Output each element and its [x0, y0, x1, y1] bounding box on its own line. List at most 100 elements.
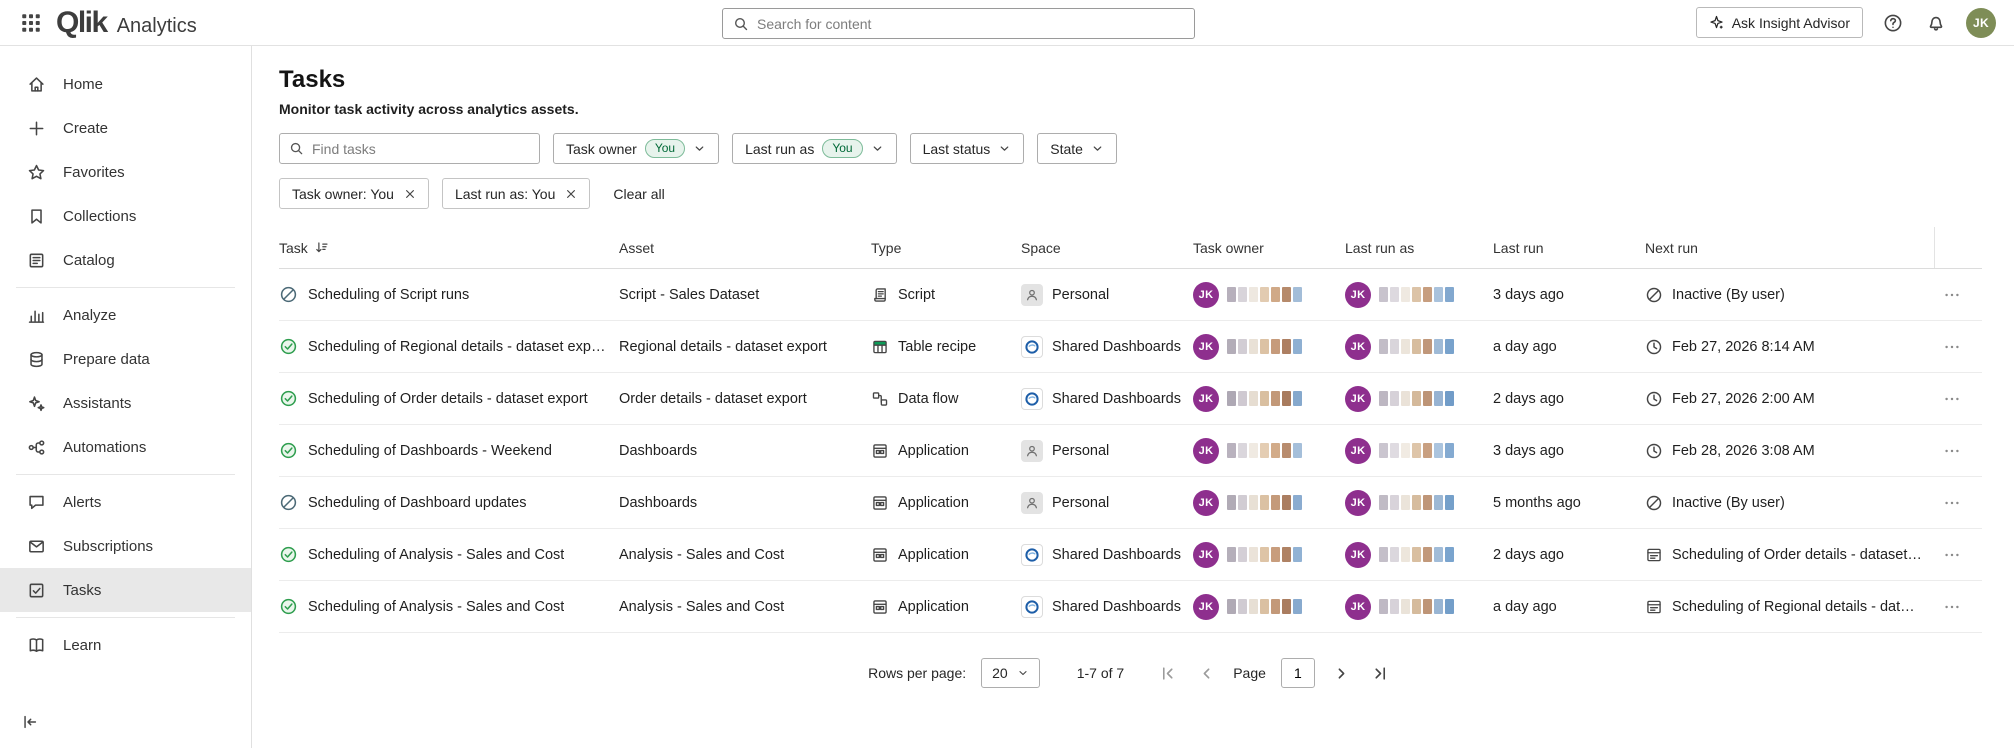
last-run-as-filter-dropdown[interactable]: Last run as You — [732, 133, 897, 164]
column-header-type[interactable]: Type — [871, 240, 1021, 256]
chip-label: Task owner: You — [292, 186, 394, 202]
sidebar-item-subscriptions[interactable]: Subscriptions — [0, 524, 251, 568]
sidebar-item-collections[interactable]: Collections — [0, 194, 251, 238]
table-row[interactable]: Scheduling of Order details - dataset ex… — [279, 373, 1982, 425]
task-owner-avatar[interactable]: JK — [1193, 282, 1219, 308]
shared-space-icon — [1021, 544, 1043, 566]
last-run-as-avatar[interactable]: JK — [1345, 594, 1371, 620]
task-name[interactable]: Scheduling of Dashboard updates — [308, 495, 526, 511]
task-name[interactable]: Scheduling of Order details - dataset ex… — [308, 391, 588, 407]
bookmark-icon — [26, 206, 46, 226]
search-input[interactable] — [757, 16, 1184, 32]
filter-chip-task-owner[interactable]: Task owner: You — [279, 178, 429, 209]
user-avatar[interactable]: JK — [1966, 8, 1996, 38]
book-icon — [26, 635, 46, 655]
sidebar-collapse-button[interactable] — [16, 708, 44, 736]
table-row[interactable]: Scheduling of Dashboards - Weekend Dashb… — [279, 425, 1982, 477]
row-actions-button[interactable] — [1937, 280, 1967, 310]
last-run-as-avatar[interactable]: JK — [1345, 334, 1371, 360]
column-header-next-run[interactable]: Next run — [1645, 240, 1934, 256]
ellipsis-icon — [1943, 286, 1961, 304]
last-run-value: 3 days ago — [1493, 443, 1645, 459]
sidebar-item-prepare-data[interactable]: Prepare data — [0, 337, 251, 381]
last-run-as-avatar[interactable]: JK — [1345, 282, 1371, 308]
first-page-button[interactable] — [1155, 661, 1179, 685]
task-name[interactable]: Scheduling of Dashboards - Weekend — [308, 443, 552, 459]
task-owner-avatar[interactable]: JK — [1193, 438, 1219, 464]
sidebar-item-label: Collections — [63, 208, 136, 225]
next-page-button[interactable] — [1330, 661, 1354, 685]
column-header-task[interactable]: Task — [279, 240, 619, 256]
task-owner-avatar[interactable]: JK — [1193, 386, 1219, 412]
remove-chip-icon[interactable] — [565, 188, 577, 200]
sidebar-item-catalog[interactable]: Catalog — [0, 238, 251, 282]
column-header-asset[interactable]: Asset — [619, 240, 871, 256]
table-row[interactable]: Scheduling of Analysis - Sales and Cost … — [279, 529, 1982, 581]
ask-insight-advisor-button[interactable]: Ask Insight Advisor — [1696, 7, 1863, 38]
notifications-button[interactable] — [1923, 10, 1949, 36]
inactive-icon — [1645, 494, 1663, 512]
row-actions-button[interactable] — [1937, 384, 1967, 414]
sidebar-item-learn[interactable]: Learn — [0, 623, 251, 667]
help-button[interactable] — [1880, 10, 1906, 36]
sidebar-item-label: Automations — [63, 439, 146, 456]
row-actions-button[interactable] — [1937, 488, 1967, 518]
type-label: Data flow — [898, 391, 958, 407]
sidebar-item-create[interactable]: Create — [0, 106, 251, 150]
sidebar-item-tasks[interactable]: Tasks — [0, 568, 251, 612]
task-name[interactable]: Scheduling of Regional details - dataset… — [308, 339, 607, 355]
table-row[interactable]: Scheduling of Regional details - dataset… — [279, 321, 1982, 373]
column-header-space[interactable]: Space — [1021, 240, 1193, 256]
sidebar-item-analyze[interactable]: Analyze — [0, 293, 251, 337]
remove-chip-icon[interactable] — [404, 188, 416, 200]
global-search-box[interactable] — [722, 8, 1195, 39]
sidebar-item-assistants[interactable]: Assistants — [0, 381, 251, 425]
last-run-value: a day ago — [1493, 339, 1645, 355]
inactive-status-icon — [279, 493, 298, 512]
task-name[interactable]: Scheduling of Script runs — [308, 287, 469, 303]
page-number-input[interactable] — [1281, 658, 1315, 688]
sidebar-item-favorites[interactable]: Favorites — [0, 150, 251, 194]
last-run-as-avatar[interactable]: JK — [1345, 490, 1371, 516]
asset-name: Analysis - Sales and Cost — [619, 599, 871, 615]
previous-page-button[interactable] — [1194, 661, 1218, 685]
clear-all-link[interactable]: Clear all — [613, 186, 664, 202]
sort-descending-icon[interactable] — [314, 240, 329, 255]
column-header-last-run[interactable]: Last run — [1493, 240, 1645, 256]
table-row[interactable]: Scheduling of Dashboard updates Dashboar… — [279, 477, 1982, 529]
column-header-task-owner[interactable]: Task owner — [1193, 240, 1345, 256]
sidebar-item-alerts[interactable]: Alerts — [0, 480, 251, 524]
column-header-last-run-as[interactable]: Last run as — [1345, 240, 1493, 256]
last-run-as-avatar[interactable]: JK — [1345, 438, 1371, 464]
rows-per-page-select[interactable]: 20 — [981, 658, 1040, 688]
linked-task-icon — [1645, 598, 1663, 616]
app-launcher-button[interactable] — [16, 8, 46, 38]
last-page-button[interactable] — [1369, 661, 1393, 685]
find-tasks-input[interactable] — [312, 141, 530, 157]
task-owner-avatar[interactable]: JK — [1193, 594, 1219, 620]
task-name[interactable]: Scheduling of Analysis - Sales and Cost — [308, 599, 564, 615]
task-name[interactable]: Scheduling of Analysis - Sales and Cost — [308, 547, 564, 563]
task-owner-avatar[interactable]: JK — [1193, 334, 1219, 360]
state-filter-dropdown[interactable]: State — [1037, 133, 1117, 164]
last-run-as-avatar[interactable]: JK — [1345, 542, 1371, 568]
task-owner-filter-dropdown[interactable]: Task owner You — [553, 133, 719, 164]
owner-run-history-bar — [1227, 495, 1302, 510]
star-icon — [26, 162, 46, 182]
sidebar-item-automations[interactable]: Automations — [0, 425, 251, 469]
row-actions-button[interactable] — [1937, 592, 1967, 622]
page-label: Page — [1233, 665, 1266, 681]
find-tasks-box[interactable] — [279, 133, 540, 164]
filter-chip-last-run-as[interactable]: Last run as: You — [442, 178, 590, 209]
brand[interactable]: Qlik Analytics — [56, 8, 197, 38]
row-actions-button[interactable] — [1937, 436, 1967, 466]
last-status-filter-dropdown[interactable]: Last status — [910, 133, 1025, 164]
task-owner-avatar[interactable]: JK — [1193, 490, 1219, 516]
table-row[interactable]: Scheduling of Script runs Script - Sales… — [279, 269, 1982, 321]
sidebar-item-home[interactable]: Home — [0, 62, 251, 106]
last-run-as-avatar[interactable]: JK — [1345, 386, 1371, 412]
row-actions-button[interactable] — [1937, 332, 1967, 362]
row-actions-button[interactable] — [1937, 540, 1967, 570]
task-owner-avatar[interactable]: JK — [1193, 542, 1219, 568]
table-row[interactable]: Scheduling of Analysis - Sales and Cost … — [279, 581, 1982, 633]
